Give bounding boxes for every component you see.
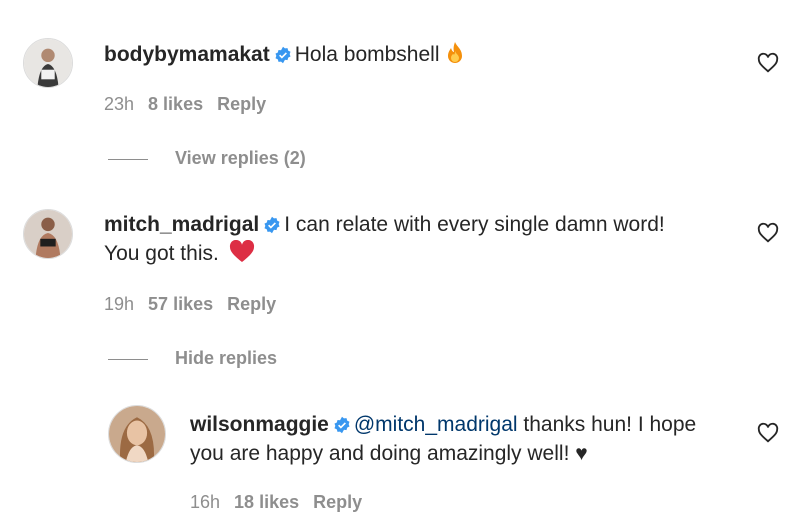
- avatar[interactable]: [23, 209, 73, 259]
- likes-count[interactable]: 8 likes: [148, 94, 203, 114]
- reply-button[interactable]: Reply: [217, 94, 266, 114]
- reply-button[interactable]: Reply: [227, 294, 276, 314]
- comment-body-line2: You got this.: [104, 242, 219, 265]
- divider: [108, 358, 148, 360]
- avatar[interactable]: [23, 38, 73, 88]
- timestamp[interactable]: 23h: [104, 94, 134, 114]
- comment-body: Hola bombshell: [294, 43, 440, 66]
- comment-meta: 19h 57 likes Reply: [104, 294, 290, 315]
- divider: [108, 158, 148, 160]
- hide-replies-button[interactable]: Hide replies: [108, 348, 277, 369]
- reply-text: wilsonmaggie @mitch_madrigal thanks hun! …: [190, 410, 750, 468]
- mention-link[interactable]: @mitch_madrigal: [354, 413, 518, 436]
- view-replies-button[interactable]: View replies (2): [108, 148, 306, 169]
- timestamp[interactable]: 19h: [104, 294, 134, 314]
- username[interactable]: bodybymamakat: [104, 43, 270, 66]
- verified-badge-icon: [334, 416, 350, 434]
- avatar[interactable]: [108, 405, 166, 463]
- verified-badge-icon: [264, 216, 280, 234]
- fire-emoji-icon: [448, 42, 463, 63]
- like-heart-icon[interactable]: [757, 422, 779, 444]
- like-heart-icon[interactable]: [757, 222, 779, 244]
- reply-body-line2: you are happy and doing amazingly well! …: [190, 442, 588, 465]
- likes-count[interactable]: 18 likes: [234, 492, 299, 512]
- comment-body-line1: I can relate with every single damn word…: [284, 213, 665, 236]
- comment-meta: 23h 8 likes Reply: [104, 94, 280, 115]
- reply-button[interactable]: Reply: [313, 492, 362, 512]
- verified-badge-icon: [275, 46, 291, 64]
- timestamp[interactable]: 16h: [190, 492, 220, 512]
- username[interactable]: wilsonmaggie: [190, 413, 329, 436]
- reply-meta: 16h 18 likes Reply: [190, 492, 376, 513]
- red-heart-emoji-icon: [229, 240, 254, 262]
- username[interactable]: mitch_madrigal: [104, 213, 259, 236]
- like-heart-icon[interactable]: [757, 52, 779, 74]
- comment-text: bodybymamakat Hola bombshell: [104, 40, 465, 69]
- comment-text: mitch_madrigal I can relate with every si…: [104, 210, 724, 268]
- hide-replies-label: Hide replies: [175, 348, 278, 368]
- likes-count[interactable]: 57 likes: [148, 294, 213, 314]
- reply-body-line1: thanks hun! I hope: [517, 413, 697, 436]
- view-replies-label: View replies (2): [175, 148, 306, 168]
